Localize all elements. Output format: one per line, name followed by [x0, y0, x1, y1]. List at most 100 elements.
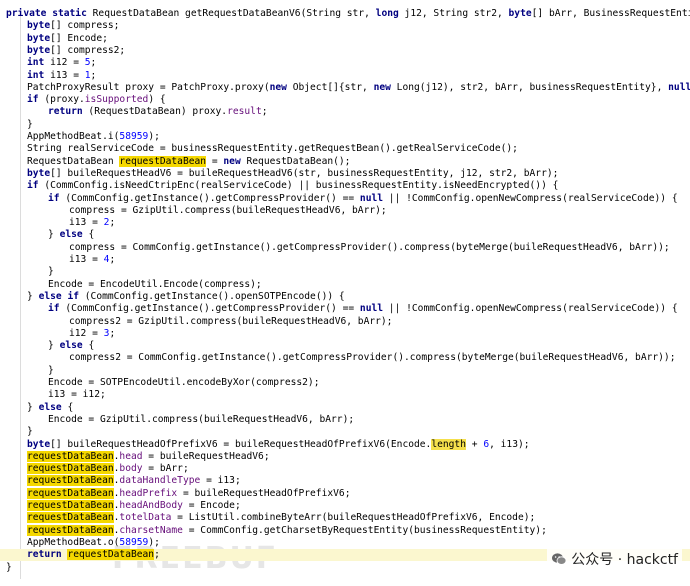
- code-token: ;: [109, 254, 116, 265]
- code-line[interactable]: if (CommConfig.getInstance().getCompress…: [0, 303, 690, 315]
- code-line[interactable]: return (RequestDataBean) proxy.result;: [0, 106, 690, 118]
- code-line[interactable]: if (CommConfig.getInstance().getCompress…: [0, 193, 690, 205]
- code-token: }: [27, 118, 33, 130]
- code-token: }: [6, 561, 12, 573]
- highlighted-identifier: requestDataBean: [27, 512, 114, 524]
- code-token: 58959: [119, 131, 149, 142]
- code-line[interactable]: byte[] compress;: [0, 20, 690, 32]
- code-token: }: [48, 266, 54, 278]
- code-line[interactable]: String realServiceCode = businessRequest…: [0, 143, 690, 155]
- code-token: head: [119, 450, 143, 462]
- code-token: RequestDataBean getRequestDataBeanV6(Str…: [92, 8, 376, 19]
- code-line[interactable]: int i13 = 1;: [0, 70, 690, 82]
- code-line[interactable]: byte[] compress2;: [0, 45, 690, 57]
- code-token: = buileRequestHeadV6;: [142, 450, 270, 462]
- code-token: result: [227, 106, 262, 118]
- code-line[interactable]: }: [0, 365, 690, 377]
- code-token: ;: [90, 57, 97, 69]
- code-token: return: [27, 549, 62, 561]
- code-line[interactable]: } else {: [0, 402, 690, 414]
- code-token: RequestDataBean: [27, 155, 120, 167]
- code-token: totelData: [119, 512, 172, 524]
- code-line[interactable]: int i12 = 5;: [0, 57, 690, 69]
- code-token: AppMethodBeat.o(: [27, 536, 120, 548]
- code-line[interactable]: if (proxy.isSupported) {: [0, 94, 690, 106]
- code-line[interactable]: requestDataBean.charsetName = CommConfig…: [0, 524, 690, 537]
- code-token: compress = GzipUtil.compress(buileReques…: [69, 204, 387, 216]
- code-token: ;: [90, 69, 97, 81]
- code-line[interactable]: private static RequestDataBean getReques…: [0, 8, 690, 20]
- code-token: }: [27, 426, 33, 438]
- code-token: }: [48, 340, 60, 352]
- code-line[interactable]: byte[] buileRequestHeadV6 = buileRequest…: [0, 168, 690, 180]
- code-line[interactable]: }: [0, 119, 690, 131]
- code-line[interactable]: Encode = SOTPEncodeUtil.encodeByXor(comp…: [0, 377, 690, 389]
- code-line[interactable]: i13 = 2;: [0, 217, 690, 229]
- code-line[interactable]: compress = GzipUtil.compress(buileReques…: [0, 205, 690, 217]
- watermark-label: 公众号 · hackctf: [571, 552, 678, 568]
- highlighted-identifier: requestDataBean: [67, 549, 155, 561]
- code-token: String realServiceCode = businessRequest…: [27, 143, 518, 155]
- code-token: Encode = SOTPEncodeUtil.encodeByXor(comp…: [48, 377, 320, 388]
- code-token: = i13;: [200, 475, 241, 487]
- code-line[interactable]: requestDataBean.head = buileRequestHeadV…: [0, 450, 690, 463]
- code-token: private static: [6, 8, 93, 19]
- code-line[interactable]: }: [0, 266, 690, 278]
- code-token: else: [38, 401, 62, 413]
- code-line[interactable]: compress2 = GzipUtil.compress(buileReque…: [0, 316, 690, 328]
- code-token: if: [48, 303, 60, 315]
- code-line[interactable]: Encode = GzipUtil.compress(buileRequestH…: [0, 414, 690, 426]
- code-token: i12 =: [69, 327, 104, 339]
- code-token: isSupported: [84, 94, 149, 106]
- code-token: [] compress;: [50, 20, 120, 32]
- wechat-icon: [552, 553, 567, 565]
- code-line[interactable]: i13 = i12;: [0, 389, 690, 401]
- code-line[interactable]: }: [0, 426, 690, 438]
- code-token: (CommConfig.getInstance().getCompressPro…: [59, 303, 360, 315]
- code-line[interactable]: } else if (CommConfig.getInstance().open…: [0, 291, 690, 303]
- code-token: =: [206, 155, 224, 167]
- code-token: {: [82, 229, 95, 241]
- code-token: ;: [109, 327, 116, 339]
- code-line[interactable]: Encode = EncodeUtil.Encode(compress);: [0, 279, 690, 291]
- code-token: Long(j12), str2, bArr, businessRequestEn…: [390, 81, 669, 93]
- code-line[interactable]: } else {: [0, 340, 690, 352]
- code-token: charsetName: [119, 524, 183, 536]
- code-token: ) {: [148, 94, 166, 106]
- code-token: byte: [27, 167, 51, 179]
- code-token: if: [27, 180, 39, 192]
- code-editor[interactable]: FREEBUF private static RequestDataBean g…: [0, 0, 690, 586]
- code-line[interactable]: requestDataBean.dataHandleType = i13;: [0, 475, 690, 487]
- code-line[interactable]: RequestDataBean requestDataBean = new Re…: [0, 155, 690, 168]
- code-token: byte: [27, 20, 51, 32]
- code-line[interactable]: requestDataBean.headPrefix = buileReques…: [0, 487, 690, 500]
- code-line[interactable]: i13 = 4;: [0, 254, 690, 266]
- code-line[interactable]: } else {: [0, 229, 690, 241]
- code-token: if: [48, 192, 60, 204]
- code-token: i12 =: [44, 57, 85, 69]
- code-line[interactable]: requestDataBean.body = bArr;: [0, 463, 690, 475]
- code-line[interactable]: if (CommConfig.isNeedCtripEnc(realServic…: [0, 180, 690, 192]
- code-line[interactable]: AppMethodBeat.i(58959);: [0, 131, 690, 143]
- code-line[interactable]: i12 = 3;: [0, 328, 690, 340]
- highlighted-identifier: requestDataBean: [27, 475, 114, 487]
- code-token: j12, String str2,: [398, 8, 509, 19]
- code-token: if: [27, 94, 39, 106]
- code-token: , i13);: [489, 438, 530, 450]
- code-line[interactable]: compress = CommConfig.getInstance().getC…: [0, 242, 690, 254]
- code-line[interactable]: PatchProxyResult proxy = PatchProxy.prox…: [0, 82, 690, 94]
- code-token: }: [48, 229, 60, 241]
- code-token: [] buileRequestHeadV6 = buileRequestHead…: [50, 167, 559, 179]
- code-line[interactable]: requestDataBean.totelData = ListUtil.com…: [0, 512, 690, 524]
- highlighted-identifier: requestDataBean: [27, 450, 114, 462]
- code-token: [] bArr, BusinessRequestEntity b: [531, 8, 690, 19]
- code-line[interactable]: requestDataBean.headAndBody = Encode;: [0, 500, 690, 512]
- code-token: compress2 = CommConfig.getInstance().get…: [69, 352, 676, 364]
- code-token: (RequestDataBean) proxy.: [82, 106, 228, 118]
- code-token: compress = CommConfig.getInstance().getC…: [69, 241, 670, 253]
- code-token: PatchProxyResult proxy = PatchProxy.prox…: [27, 81, 270, 93]
- code-line[interactable]: byte[] buileRequestHeadOfPrefixV6 = buil…: [0, 438, 690, 451]
- code-token: = ListUtil.combineByteArr(buileRequestHe…: [171, 512, 536, 524]
- code-line[interactable]: byte[] Encode;: [0, 33, 690, 45]
- code-line[interactable]: compress2 = CommConfig.getInstance().get…: [0, 352, 690, 364]
